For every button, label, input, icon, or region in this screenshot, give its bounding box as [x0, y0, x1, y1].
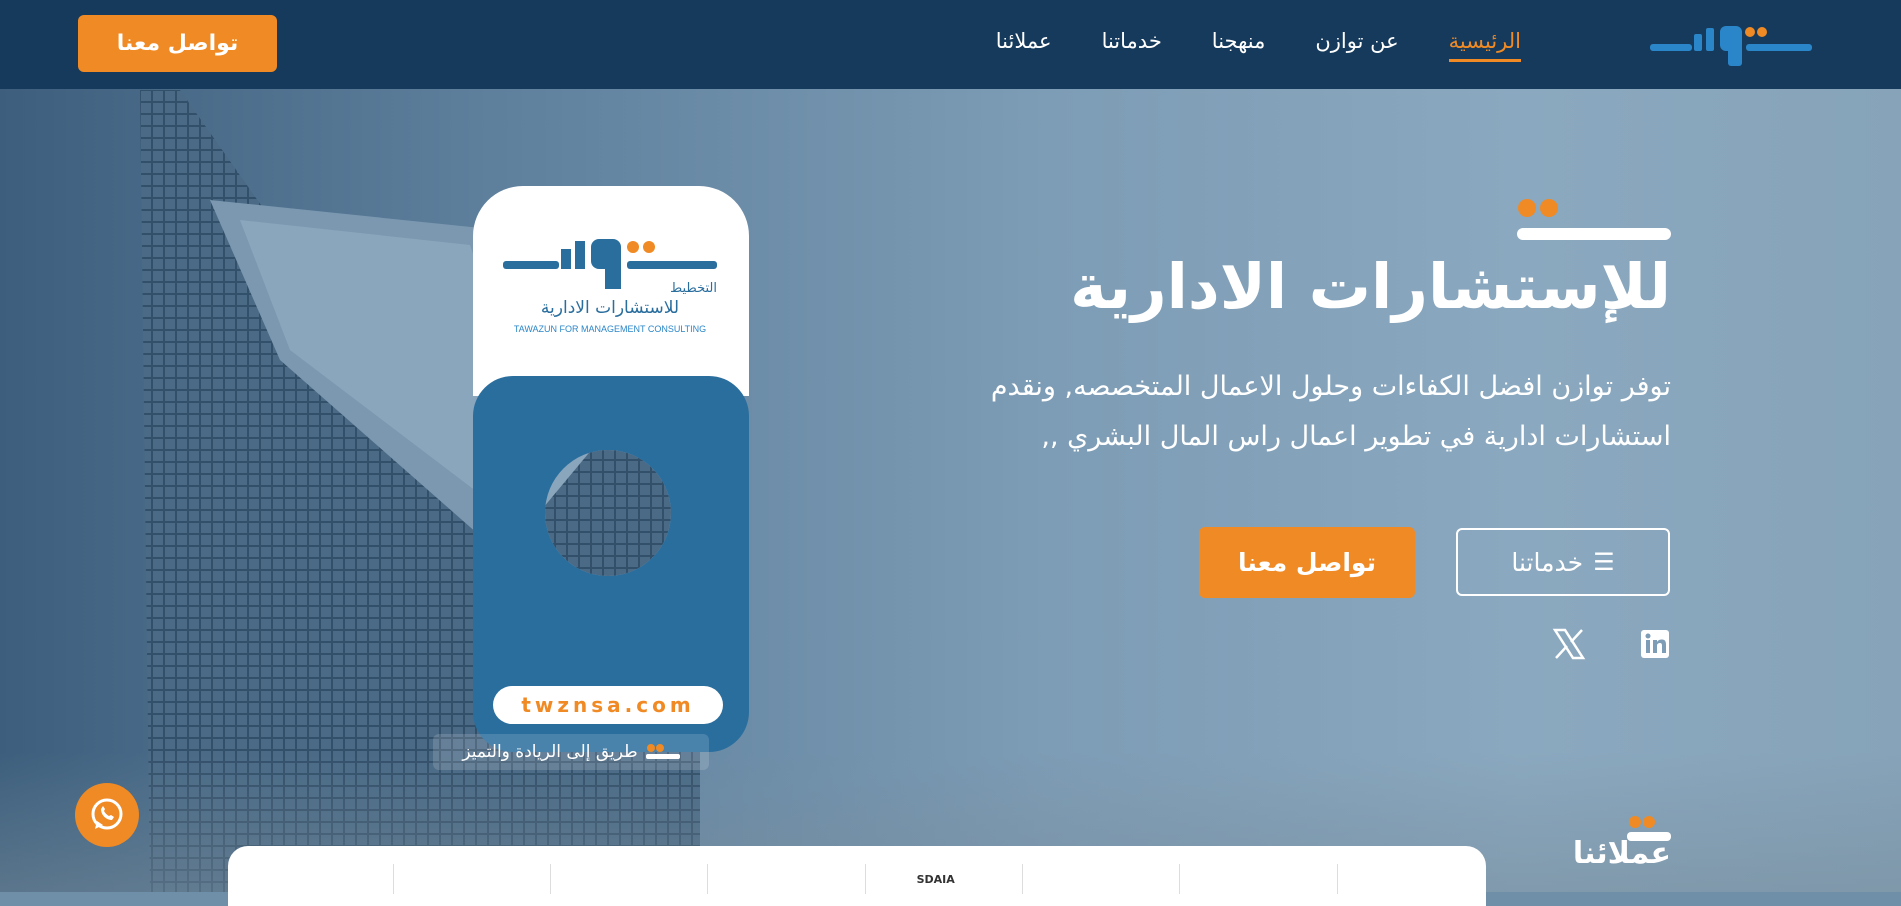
hero-contact-button[interactable]: تواصل معنا — [1199, 527, 1415, 598]
card-tagline: طريق إلى الريادة والتميز — [433, 734, 709, 770]
clients-title: عملائنا — [1572, 836, 1671, 871]
client-logo — [392, 864, 534, 894]
client-logo — [707, 864, 848, 894]
client-logo-text: SDAIA — [916, 872, 955, 886]
x-icon[interactable] — [1551, 626, 1587, 662]
menu-icon: ☰ — [1593, 548, 1615, 576]
services-button-label: خدماتنا — [1511, 547, 1584, 577]
client-logo — [1179, 864, 1320, 894]
brand-dots-decoration — [1517, 199, 1671, 240]
navbar: الرئيسية عن توازن منهجنا خدماتنا عملائنا… — [0, 0, 1901, 89]
hero-title: للإستشارات الادارية — [1070, 250, 1671, 323]
nav-link-services[interactable]: خدماتنا — [1102, 29, 1162, 62]
nav-contact-button[interactable]: تواصل معنا — [78, 15, 277, 72]
nav-link-about[interactable]: عن توازن — [1315, 29, 1398, 62]
client-logo — [1336, 864, 1478, 894]
card-logo-sub: التخطيط — [670, 281, 717, 296]
linkedin-icon[interactable] — [1637, 626, 1673, 662]
card-photo-circle — [545, 450, 671, 576]
client-logo — [1022, 864, 1163, 894]
brand-card: التخطيط للاستشارات الادارية TAWAZUN FOR … — [433, 186, 749, 770]
client-logo: SDAIA — [864, 864, 1006, 894]
nav-link-approach[interactable]: منهجنا — [1212, 29, 1266, 62]
hero-subtitle: توفر توازن افضل الكفاءات وحلول الاعمال ا… — [990, 371, 1671, 452]
card-logo-panel: التخطيط للاستشارات الادارية TAWAZUN FOR … — [473, 186, 749, 396]
client-logo — [549, 864, 691, 894]
card-logo-text-en: TAWAZUN FOR MANAGEMENT CONSULTING — [513, 324, 707, 334]
main-menu: الرئيسية عن توازن منهجنا خدماتنا عملائنا — [996, 29, 1521, 62]
nav-link-home[interactable]: الرئيسية — [1448, 29, 1521, 62]
whatsapp-button[interactable] — [75, 783, 139, 847]
clients-logo-strip: SDAIA — [228, 846, 1486, 906]
whatsapp-icon — [91, 798, 123, 830]
services-button[interactable]: خدماتنا ☰ — [1456, 528, 1670, 596]
logo-icon[interactable] — [1650, 22, 1812, 66]
tagline-text: طريق إلى الريادة والتميز — [462, 742, 638, 762]
tagline-brand-icon — [645, 744, 680, 759]
website-url[interactable]: twznsa.com — [493, 686, 723, 724]
card-logo-text-ar: للاستشارات الادارية — [540, 298, 680, 318]
nav-link-clients[interactable]: عملائنا — [996, 29, 1052, 62]
client-logo — [236, 864, 376, 894]
